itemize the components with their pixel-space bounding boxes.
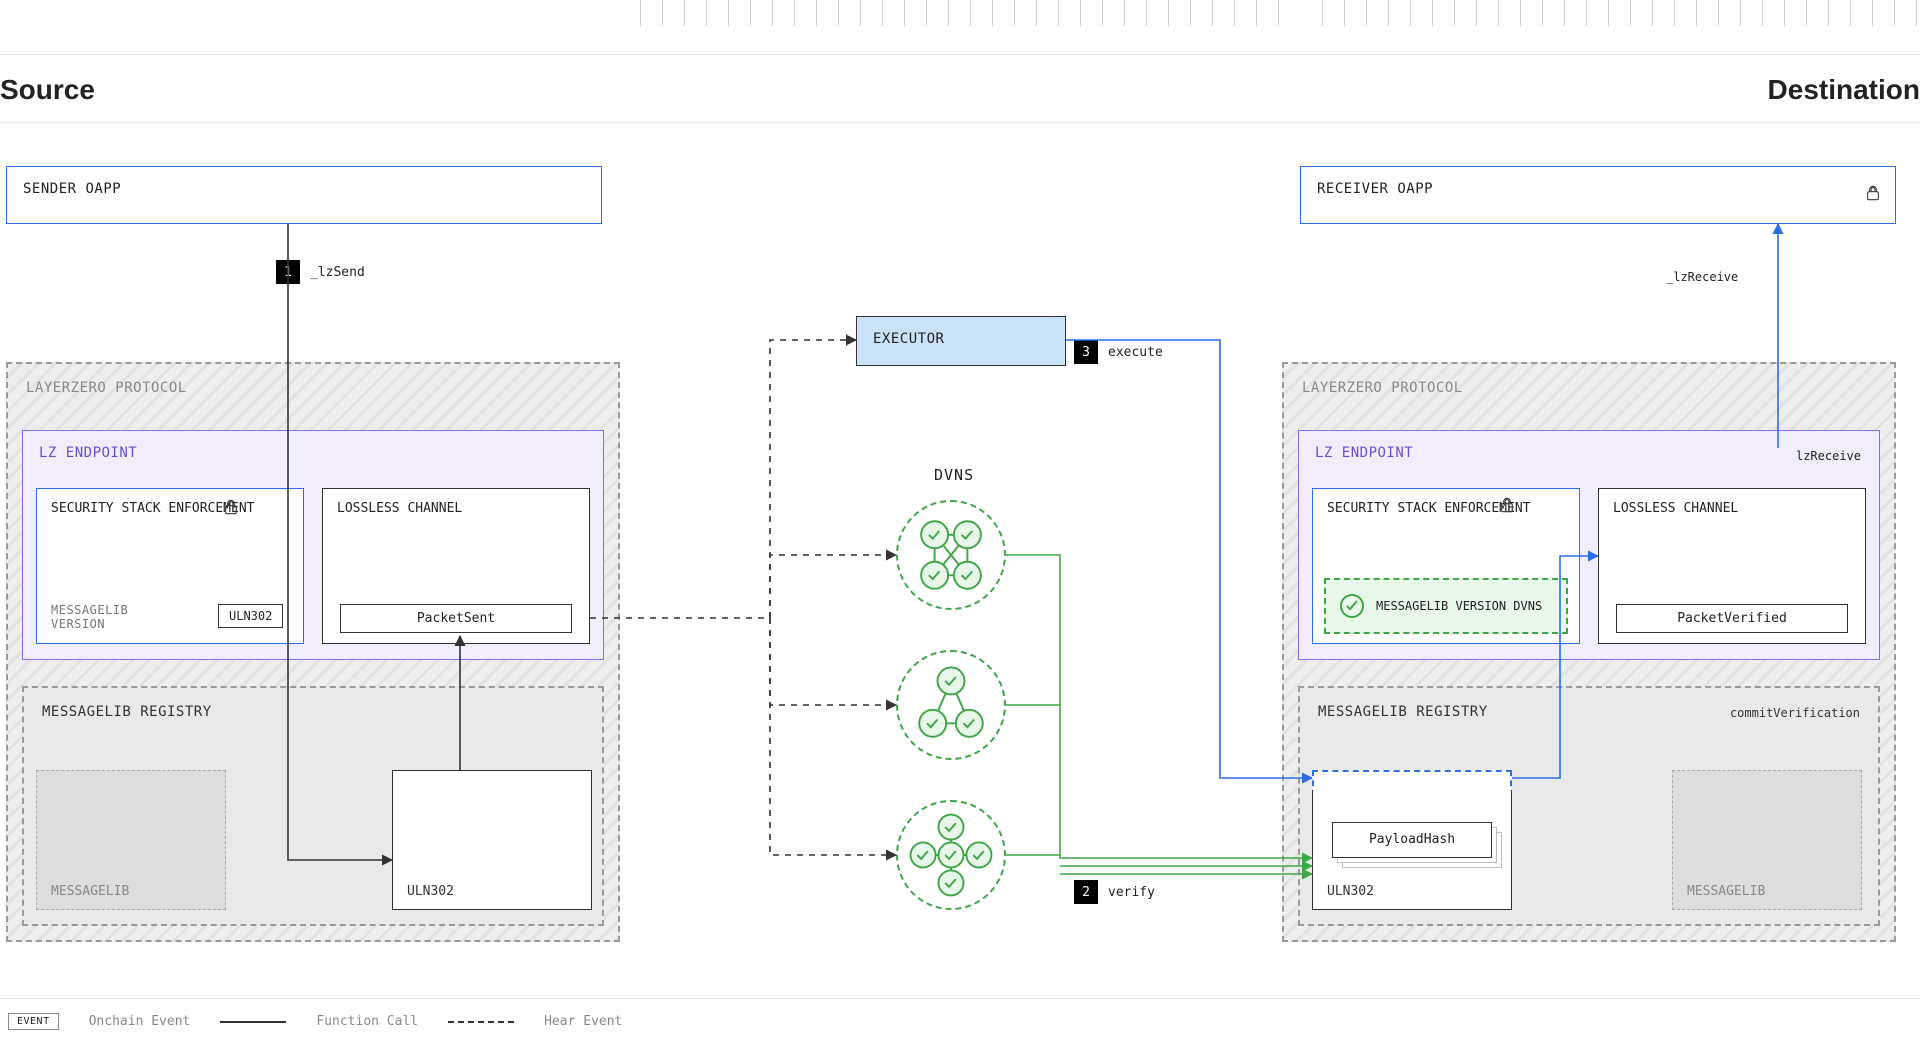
sender-oapp-box: SENDER OAPP <box>6 166 602 224</box>
legend: EVENT Onchain Event Function Call Hear E… <box>0 998 1920 1044</box>
lock-icon <box>1865 185 1881 201</box>
source-endpoint-label: LZ ENDPOINT <box>23 431 603 475</box>
step-1: 1 _lzSend <box>276 260 365 284</box>
packet-sent-pill: PacketSent <box>340 604 572 633</box>
step-1-badge: 1 <box>276 260 300 284</box>
messagelib-version-label: MESSAGELIB VERSION <box>51 603 151 631</box>
divider <box>0 122 1920 123</box>
step-3-badge: 3 <box>1074 340 1098 364</box>
source-heading: Source <box>0 74 95 106</box>
dvns-heading: DVNS <box>934 466 974 484</box>
ruler-ticks <box>640 0 1920 26</box>
source-uln302-label: ULN302 <box>407 884 454 899</box>
step-2-label: verify <box>1108 885 1155 900</box>
dest-messagelib-label: MESSAGELIB <box>1687 884 1765 899</box>
lock-icon <box>571 185 587 201</box>
step-3: 3 execute <box>1074 340 1163 364</box>
security-stack-title: SECURITY STACK ENFORCEMENT <box>51 501 289 516</box>
legend-function-call: Function Call <box>316 1014 418 1029</box>
check-icon <box>1340 594 1364 618</box>
dvn-node <box>896 650 1006 760</box>
lock-icon <box>1499 497 1515 513</box>
dest-endpoint-label: LZ ENDPOINT <box>1299 431 1879 475</box>
step-2-badge: 2 <box>1074 880 1098 904</box>
legend-dashed-line <box>448 1021 514 1023</box>
dest-security-title: SECURITY STACK ENFORCEMENT <box>1327 501 1565 516</box>
dvn-node <box>896 500 1006 610</box>
legend-solid-line <box>220 1021 286 1023</box>
lossless-channel-label: LOSSLESS CHANNEL <box>337 501 575 516</box>
source-registry-title: MESSAGELIB REGISTRY <box>24 688 602 736</box>
executor-label: EXECUTOR <box>857 317 1065 361</box>
commit-verification-label: commitVerification <box>1730 706 1860 720</box>
packet-verified-pill: PacketVerified <box>1616 604 1848 633</box>
legend-onchain-event: Onchain Event <box>89 1014 191 1029</box>
dvn-node <box>896 800 1006 910</box>
lock-icon <box>223 499 239 515</box>
step-1-label: _lzSend <box>310 265 365 280</box>
lz-receive-arrow-label: _lzReceive <box>1666 270 1738 284</box>
dest-lossless-label: LOSSLESS CHANNEL <box>1613 501 1851 516</box>
dest-protocol-label: LAYERZERO PROTOCOL <box>1284 364 1894 412</box>
step-2: 2 verify <box>1074 880 1155 904</box>
step-3-label: execute <box>1108 345 1163 360</box>
dest-uln302-label: ULN302 <box>1327 884 1374 899</box>
uln302-tag: ULN302 <box>218 604 283 628</box>
divider <box>0 54 1920 55</box>
source-uln302-box: ULN302 <box>392 770 592 910</box>
receiver-oapp-box: RECEIVER OAPP <box>1300 166 1896 224</box>
executor-box: EXECUTOR <box>856 316 1066 366</box>
legend-event-tag: EVENT <box>8 1013 59 1030</box>
destination-heading: Destination <box>1768 74 1920 106</box>
lz-receive-header: lzReceive <box>1796 449 1861 463</box>
diagram-canvas: Source Destination SENDER OAPP 1 _lzSend… <box>0 0 1920 1044</box>
messagelib-version-dvns: MESSAGELIB VERSION DVNS <box>1324 578 1568 634</box>
dest-messagelib-box: MESSAGELIB <box>1672 770 1862 910</box>
legend-hear-event: Hear Event <box>544 1014 622 1029</box>
messagelib-version-dvns-label: MESSAGELIB VERSION DVNS <box>1376 599 1542 613</box>
payload-hash-label: PayloadHash <box>1332 822 1492 858</box>
source-messagelib-box: MESSAGELIB <box>36 770 226 910</box>
source-messagelib-label: MESSAGELIB <box>51 884 129 899</box>
sender-oapp-label: SENDER OAPP <box>7 167 601 211</box>
source-protocol-label: LAYERZERO PROTOCOL <box>8 364 618 412</box>
receiver-oapp-label: RECEIVER OAPP <box>1301 167 1895 211</box>
